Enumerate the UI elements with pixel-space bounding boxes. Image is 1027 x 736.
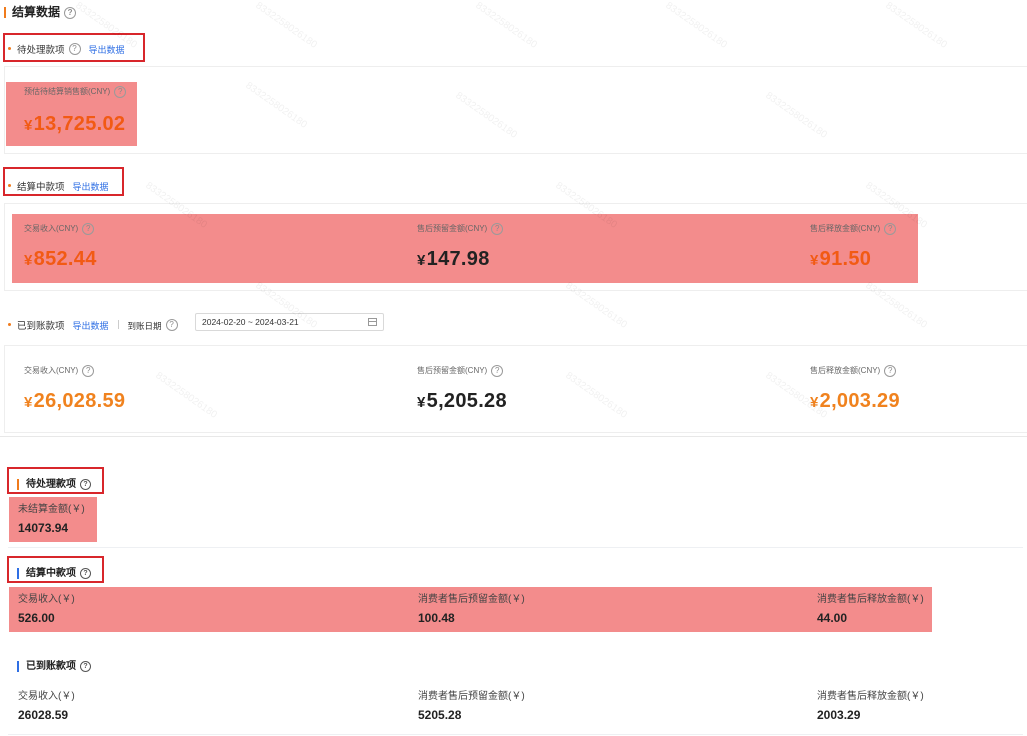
- metric-value: ¥13,725.02: [24, 113, 126, 135]
- metric-label: 售后预留金额(CNY)?: [417, 223, 504, 235]
- question-circle-icon[interactable]: ?: [165, 318, 178, 331]
- metric-label: 售后预留金额(CNY)?: [417, 365, 504, 377]
- metric-value: 26028.59: [18, 708, 69, 722]
- question-circle-icon[interactable]: ?: [80, 478, 91, 490]
- metric-label: 预估待结算销售额(CNY)?: [24, 86, 127, 98]
- divider: [8, 734, 1023, 735]
- metric-value: ¥852.44: [24, 248, 97, 270]
- settlement-panel-bottom: 待处理款项? 未结算金额(￥) 14073.94 结算中款项? 交易收入(￥) …: [0, 437, 1027, 736]
- watermark: 8332258026180: [883, 0, 949, 51]
- export-data-link[interactable]: 导出数据: [89, 45, 125, 55]
- metric-label: 交易收入(CNY)?: [24, 223, 95, 235]
- metric-label: 交易收入(CNY)?: [24, 365, 95, 377]
- pending-card: [4, 66, 1027, 154]
- bullet-dot: [8, 47, 11, 51]
- bullet-dot: [8, 323, 11, 327]
- bullet-dot: [8, 184, 11, 188]
- pending-label: 待处理款项: [26, 479, 76, 490]
- metric-value: ¥26,028.59: [24, 390, 126, 412]
- section-bar: [17, 660, 19, 672]
- watermark: 8332258026180: [663, 0, 729, 51]
- received-header: 已到账款项?: [17, 657, 91, 672]
- settling-label: 结算中款项: [17, 182, 65, 193]
- question-circle-icon[interactable]: ?: [884, 223, 897, 235]
- pending-header: 待处理款项?: [17, 475, 91, 490]
- metric-label: 售后释放金额(CNY)?: [810, 365, 897, 377]
- metric-value: ¥91.50: [810, 248, 872, 270]
- divider: [8, 547, 1023, 548]
- question-circle-icon[interactable]: ?: [82, 223, 95, 235]
- watermark: 8332258026180: [253, 0, 319, 51]
- received-label: 已到账款项: [17, 321, 65, 332]
- metric-label: 消费者售后释放金额(￥): [817, 594, 924, 605]
- settlement-title: 结算数据: [12, 5, 61, 19]
- metric-label: 消费者售后预留金额(￥): [418, 594, 525, 605]
- metric-label: 消费者售后释放金额(￥): [817, 691, 924, 702]
- export-data-link[interactable]: 导出数据: [73, 321, 109, 331]
- metric-label: 售后释放金额(CNY)?: [810, 223, 897, 235]
- calendar-icon: [368, 318, 377, 326]
- question-circle-icon[interactable]: ?: [64, 6, 77, 19]
- received-header: 已到账款项 导出数据 到账日期?: [8, 316, 178, 334]
- settling-header: 结算中款项 导出数据: [8, 177, 109, 195]
- question-circle-icon[interactable]: ?: [491, 223, 504, 235]
- question-circle-icon[interactable]: ?: [80, 660, 91, 672]
- pending-header: 待处理款项? 导出数据: [8, 40, 125, 58]
- question-circle-icon[interactable]: ?: [80, 567, 91, 579]
- metric-value: ¥147.98: [417, 248, 490, 270]
- metric-label: 未结算金额(￥): [18, 504, 85, 515]
- metric-value: 100.48: [418, 611, 455, 625]
- metric-value: 5205.28: [418, 708, 462, 722]
- date-range-picker[interactable]: 2024-02-20 ~ 2024-03-21: [195, 313, 384, 331]
- settlement-panel-top: 结算数据? 待处理款项? 导出数据 预估待结算销售额(CNY)? ¥13,725.…: [0, 0, 1027, 437]
- question-circle-icon[interactable]: ?: [884, 365, 897, 377]
- metric-label: 交易收入(￥): [18, 691, 75, 702]
- metric-value: ¥5,205.28: [417, 390, 507, 412]
- metric-label: 消费者售后预留金额(￥): [418, 691, 525, 702]
- section-bar: [17, 567, 19, 579]
- metric-value: 526.00: [18, 611, 55, 625]
- settling-header: 结算中款项?: [17, 564, 91, 579]
- date-label: 到账日期: [127, 321, 162, 331]
- metric-value: ¥5,205.282,003.29: [810, 390, 900, 412]
- metric-value: 2003.29: [817, 708, 861, 722]
- pending-label: 待处理款项: [17, 45, 65, 56]
- question-circle-icon[interactable]: ?: [82, 365, 95, 377]
- watermark: 8332258026180: [473, 0, 539, 51]
- received-label: 已到账款项: [26, 661, 76, 672]
- question-circle-icon[interactable]: ?: [114, 86, 127, 98]
- section-bar: [17, 478, 19, 490]
- metric-value: 44.00: [817, 611, 848, 625]
- received-card: [4, 345, 1027, 433]
- settling-label: 结算中款项: [26, 568, 76, 579]
- question-circle-icon[interactable]: ?: [491, 365, 504, 377]
- export-data-link[interactable]: 导出数据: [73, 182, 109, 192]
- metric-value: 14073.94: [18, 521, 69, 535]
- date-range-value: 2024-02-20 ~ 2024-03-21: [202, 317, 299, 327]
- section-title: 结算数据?: [4, 3, 77, 20]
- separator: [117, 320, 119, 330]
- question-circle-icon[interactable]: ?: [68, 42, 81, 55]
- metric-label: 交易收入(￥): [18, 594, 75, 605]
